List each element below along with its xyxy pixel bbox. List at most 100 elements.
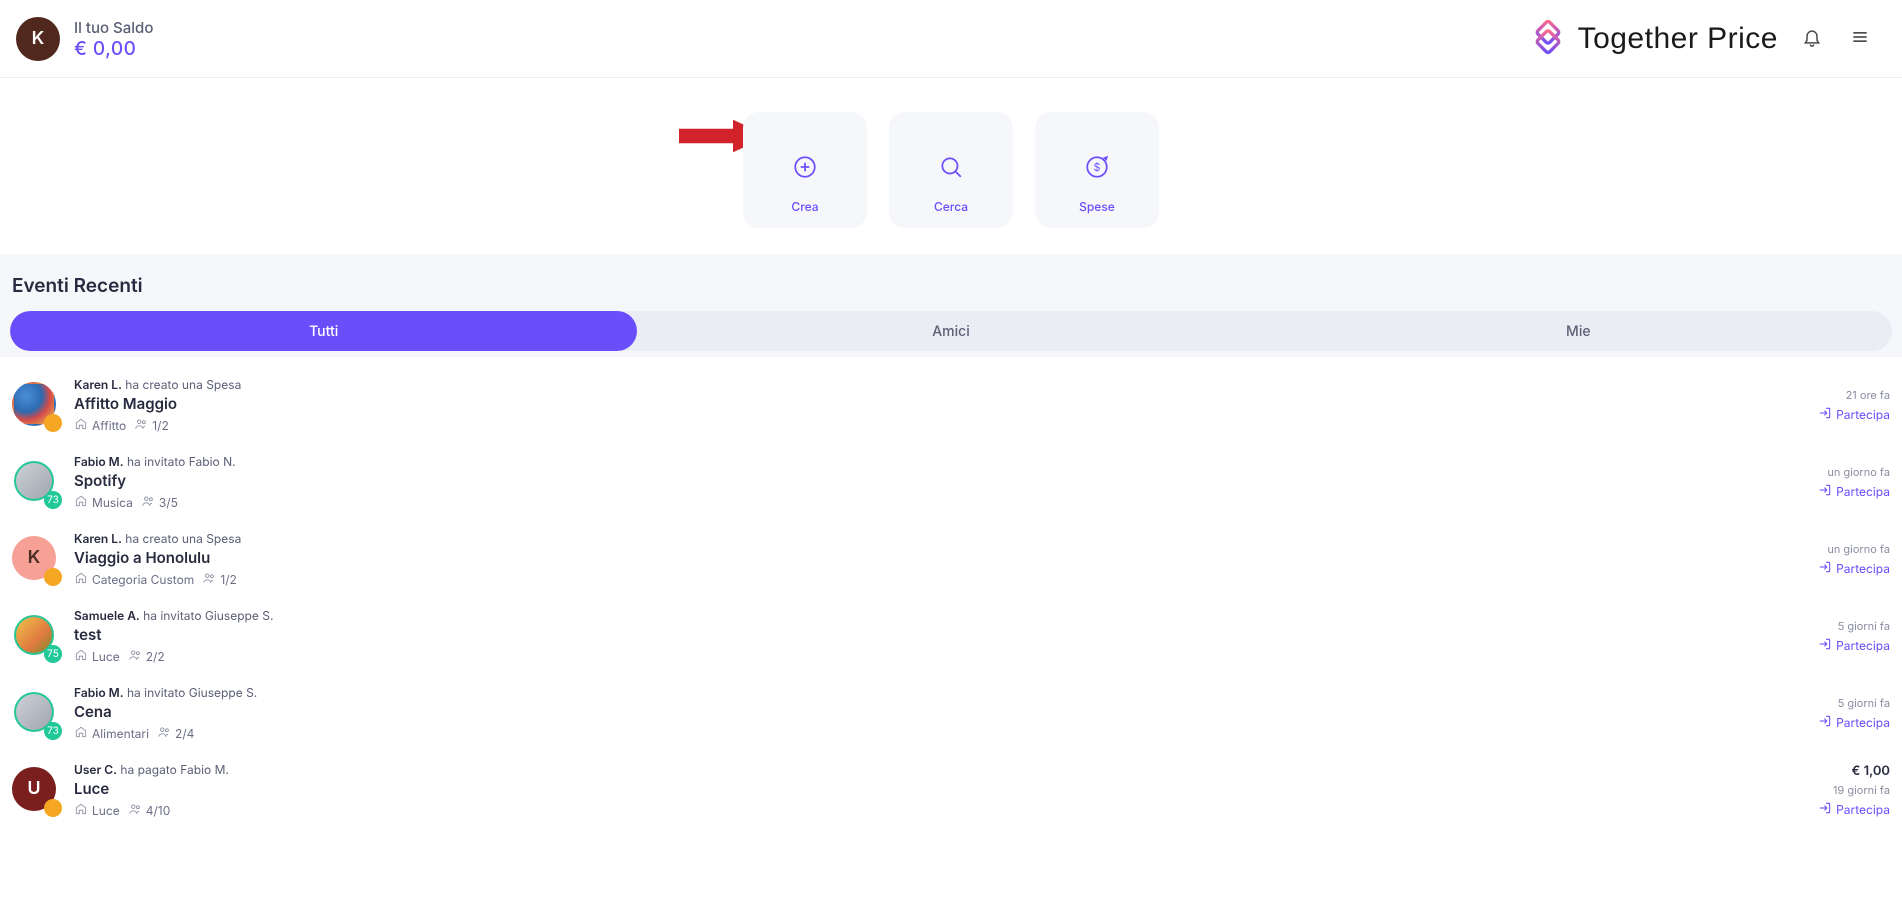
- event-category: Affitto: [74, 417, 126, 434]
- brand-logo[interactable]: Together Price: [1528, 17, 1778, 61]
- event-members: 2/2: [128, 648, 165, 665]
- event-row[interactable]: 73 Fabio M. ha invitato Giuseppe S. Cena…: [0, 675, 1902, 752]
- event-right: 5 giorni fa Partecipa: [1770, 696, 1890, 731]
- event-body: Fabio M. ha invitato Fabio N. Spotify Mu…: [74, 454, 1756, 511]
- balance-label: Il tuo Saldo: [74, 18, 153, 37]
- event-time: 19 giorni fa: [1833, 783, 1890, 797]
- event-right: € 1,00 19 giorni fa Partecipa: [1770, 763, 1890, 818]
- tab-mine[interactable]: Mie: [1265, 311, 1892, 351]
- event-body: Fabio M. ha invitato Giuseppe S. Cena Al…: [74, 685, 1756, 742]
- event-list: Karen L. ha creato una Spesa Affitto Mag…: [0, 367, 1902, 829]
- trust-badge: [44, 799, 62, 817]
- category-icon: [74, 725, 88, 742]
- tile-label: Spese: [1079, 199, 1115, 214]
- event-members: 4/10: [128, 802, 171, 819]
- hamburger-icon: [1850, 27, 1870, 51]
- event-right: un giorno fa Partecipa: [1770, 542, 1890, 577]
- join-icon: [1818, 801, 1832, 818]
- event-byline: User C. ha pagato Fabio M.: [74, 762, 1756, 777]
- trust-badge: 73: [44, 722, 62, 740]
- event-row[interactable]: K Karen L. ha creato una Spesa Viaggio a…: [0, 521, 1902, 598]
- event-title: Affitto Maggio: [74, 394, 1756, 413]
- notifications-button[interactable]: [1798, 25, 1826, 53]
- participate-button[interactable]: Partecipa: [1818, 801, 1890, 818]
- event-body: Samuele A. ha invitato Giuseppe S. test …: [74, 608, 1756, 665]
- members-icon: [134, 417, 148, 434]
- event-time: 5 giorni fa: [1838, 619, 1890, 633]
- event-body: Karen L. ha creato una Spesa Viaggio a H…: [74, 531, 1756, 588]
- event-meta: Luce 4/10: [74, 802, 1756, 819]
- event-members: 2/4: [157, 725, 194, 742]
- tile-label: Cerca: [934, 199, 968, 214]
- participate-button[interactable]: Partecipa: [1818, 483, 1890, 500]
- event-time: 5 giorni fa: [1838, 696, 1890, 710]
- header-right: Together Price: [1528, 17, 1874, 61]
- join-icon: [1818, 560, 1832, 577]
- category-icon: [74, 571, 88, 588]
- trust-badge: 73: [44, 491, 62, 509]
- event-byline: Samuele A. ha invitato Giuseppe S.: [74, 608, 1756, 623]
- event-category: Luce: [74, 802, 120, 819]
- category-icon: [74, 417, 88, 434]
- plus-circle-icon: [792, 154, 818, 184]
- app-header: K Il tuo Saldo € 0,00: [0, 0, 1902, 78]
- category-icon: [74, 802, 88, 819]
- event-title: Viaggio a Honolulu: [74, 548, 1756, 567]
- event-category: Categoria Custom: [74, 571, 194, 588]
- participate-button[interactable]: Partecipa: [1818, 560, 1890, 577]
- user-avatar[interactable]: K: [16, 17, 60, 61]
- members-icon: [141, 494, 155, 511]
- participate-button[interactable]: Partecipa: [1818, 714, 1890, 731]
- balance-block[interactable]: Il tuo Saldo € 0,00: [74, 18, 153, 60]
- event-amount: € 1,00: [1851, 763, 1890, 779]
- category-icon: [74, 494, 88, 511]
- event-row[interactable]: 75 Samuele A. ha invitato Giuseppe S. te…: [0, 598, 1902, 675]
- tab-friends[interactable]: Amici: [637, 311, 1264, 351]
- event-category: Alimentari: [74, 725, 149, 742]
- event-meta: Affitto 1/2: [74, 417, 1756, 434]
- event-time: 21 ore fa: [1846, 388, 1890, 402]
- event-meta: Musica 3/5: [74, 494, 1756, 511]
- expenses-tile[interactable]: $ Spese: [1035, 112, 1159, 228]
- create-tile[interactable]: Crea: [743, 112, 867, 228]
- join-icon: [1818, 637, 1832, 654]
- event-row[interactable]: 73 Fabio M. ha invitato Fabio N. Spotify…: [0, 444, 1902, 521]
- event-meta: Categoria Custom 1/2: [74, 571, 1756, 588]
- event-right: un giorno fa Partecipa: [1770, 465, 1890, 500]
- event-time: un giorno fa: [1827, 542, 1890, 556]
- search-icon: [938, 154, 964, 184]
- trust-badge: 75: [44, 645, 62, 663]
- event-right: 5 giorni fa Partecipa: [1770, 619, 1890, 654]
- event-avatar-wrap: K: [12, 536, 60, 584]
- participate-button[interactable]: Partecipa: [1818, 406, 1890, 423]
- recent-events-title: Eventi Recenti: [12, 274, 1892, 297]
- category-icon: [74, 648, 88, 665]
- event-row[interactable]: U User C. ha pagato Fabio M. Luce Luce 4…: [0, 752, 1902, 829]
- tab-all[interactable]: Tutti: [10, 311, 637, 351]
- bell-icon: [1802, 27, 1822, 51]
- event-avatar-wrap: 75: [12, 613, 60, 661]
- event-row[interactable]: Karen L. ha creato una Spesa Affitto Mag…: [0, 367, 1902, 444]
- members-icon: [128, 648, 142, 665]
- event-byline: Fabio M. ha invitato Fabio N.: [74, 454, 1756, 469]
- event-body: Karen L. ha creato una Spesa Affitto Mag…: [74, 377, 1756, 434]
- members-icon: [157, 725, 171, 742]
- join-icon: [1818, 483, 1832, 500]
- members-icon: [202, 571, 216, 588]
- event-title: Luce: [74, 779, 1756, 798]
- tile-label: Crea: [791, 199, 818, 214]
- event-category: Musica: [74, 494, 133, 511]
- search-tile[interactable]: Cerca: [889, 112, 1013, 228]
- brand-name: Together Price: [1578, 22, 1778, 56]
- participate-button[interactable]: Partecipa: [1818, 637, 1890, 654]
- trust-badge: [44, 414, 62, 432]
- event-meta: Alimentari 2/4: [74, 725, 1756, 742]
- event-avatar-wrap: U: [12, 767, 60, 815]
- event-members: 1/2: [202, 571, 237, 588]
- event-avatar-wrap: 73: [12, 459, 60, 507]
- menu-button[interactable]: [1846, 25, 1874, 53]
- expense-icon: $: [1084, 154, 1110, 184]
- header-left: K Il tuo Saldo € 0,00: [16, 17, 153, 61]
- events-tabs: Tutti Amici Mie: [10, 311, 1892, 351]
- balance-value: € 0,00: [74, 37, 153, 60]
